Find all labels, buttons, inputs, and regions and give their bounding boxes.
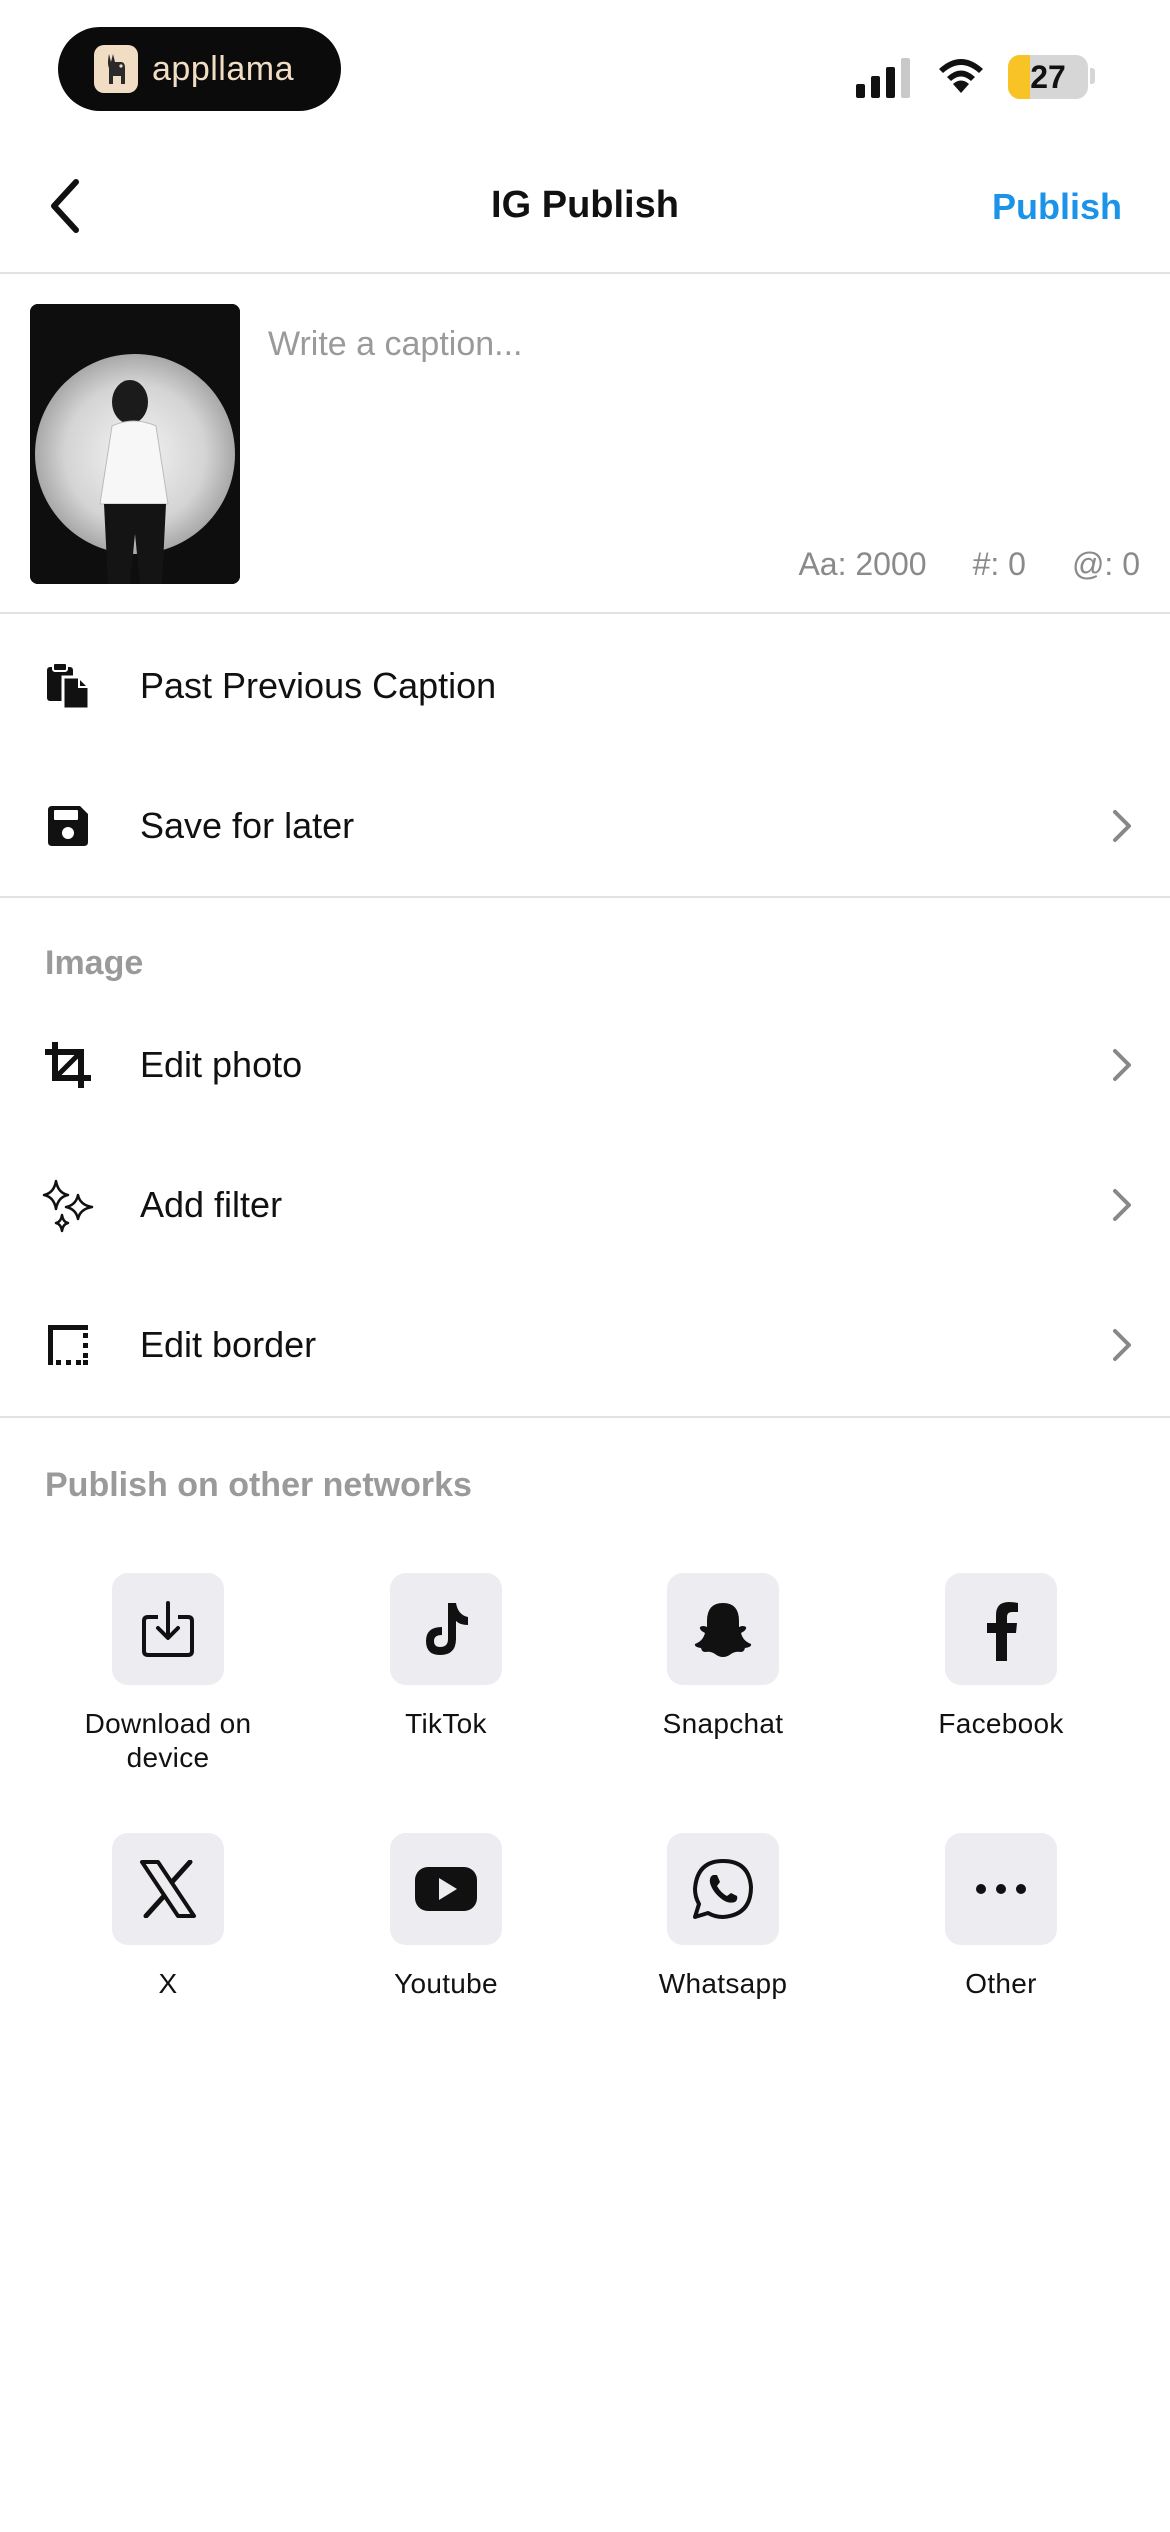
battery-cap — [1090, 68, 1095, 84]
crop-icon — [40, 1037, 96, 1093]
status-bar: appllama 27 — [0, 0, 1170, 140]
network-other[interactable]: Other — [891, 1833, 1111, 2001]
wifi-icon — [939, 59, 983, 93]
chevron-right-icon — [1104, 808, 1140, 844]
battery-level: 27 — [1030, 58, 1066, 95]
app-badge[interactable]: appllama — [58, 27, 341, 111]
network-download-on-device[interactable]: Download on device — [58, 1573, 278, 1775]
publish-button[interactable]: Publish — [992, 186, 1122, 228]
network-label: Download on device — [84, 1708, 252, 1773]
snapchat-icon — [667, 1573, 779, 1685]
network-facebook[interactable]: Facebook — [891, 1573, 1111, 1741]
network-label: Whatsapp — [658, 1968, 788, 1999]
navigation-bar: IG Publish Publish — [0, 140, 1170, 274]
facebook-icon — [945, 1573, 1057, 1685]
section-divider — [0, 1416, 1170, 1418]
post-thumbnail[interactable] — [30, 304, 240, 584]
network-label: TikTok — [405, 1708, 487, 1739]
sparkles-icon — [40, 1177, 96, 1233]
tiktok-icon — [390, 1573, 502, 1685]
app-badge-label: appllama — [152, 49, 294, 88]
chevron-right-icon — [1104, 1187, 1140, 1223]
edit-border-label: Edit border — [140, 1324, 317, 1365]
save-for-later-label: Save for later — [140, 805, 355, 846]
edit-photo-row[interactable]: Edit photo — [0, 995, 1170, 1135]
edit-photo-label: Edit photo — [140, 1044, 303, 1085]
add-filter-row[interactable]: Add filter — [0, 1135, 1170, 1275]
save-for-later-row[interactable]: Save for later — [0, 756, 1170, 896]
hashtag-count: #: 0 — [972, 546, 1026, 582]
whatsapp-icon — [667, 1833, 779, 1945]
clipboard-icon — [40, 658, 96, 714]
llama-logo-icon — [94, 45, 138, 93]
image-section-title: Image — [45, 944, 144, 982]
download-icon — [112, 1573, 224, 1685]
caption-composer: Aa: 2000 #: 0 @: 0 — [0, 274, 1170, 614]
network-x[interactable]: X — [58, 1833, 278, 2001]
youtube-icon — [390, 1833, 502, 1945]
chevron-right-icon — [1104, 1047, 1140, 1083]
network-label: Other — [965, 1968, 1037, 1999]
network-whatsapp[interactable]: Whatsapp — [613, 1833, 833, 2001]
network-label: X — [158, 1968, 178, 1999]
paste-previous-caption-row[interactable]: Past Previous Caption — [0, 616, 1170, 756]
network-label: Snapchat — [662, 1708, 784, 1739]
add-filter-label: Add filter — [140, 1184, 283, 1225]
portrait-photo — [30, 304, 240, 584]
network-label: Facebook — [938, 1708, 1064, 1739]
caption-input[interactable] — [268, 314, 1128, 374]
more-icon — [945, 1833, 1057, 1945]
mention-count: @: 0 — [1071, 546, 1140, 582]
network-label: Youtube — [394, 1968, 498, 1999]
section-divider — [0, 896, 1170, 898]
networks-section-title: Publish on other networks — [45, 1466, 472, 1504]
floppy-disk-icon — [40, 798, 96, 854]
network-tiktok[interactable]: TikTok — [336, 1573, 556, 1741]
network-snapchat[interactable]: Snapchat — [613, 1573, 833, 1741]
network-youtube[interactable]: Youtube — [336, 1833, 556, 2001]
border-icon — [40, 1317, 96, 1373]
battery-indicator: 27 — [1008, 55, 1088, 99]
x-icon — [112, 1833, 224, 1945]
chevron-right-icon — [1104, 1327, 1140, 1363]
edit-border-row[interactable]: Edit border — [0, 1275, 1170, 1415]
character-count: Aa: 2000 — [798, 546, 927, 582]
cellular-signal-icon — [856, 58, 910, 98]
caption-counters: Aa: 2000 #: 0 @: 0 — [798, 546, 1140, 583]
paste-previous-caption-label: Past Previous Caption — [140, 665, 497, 706]
